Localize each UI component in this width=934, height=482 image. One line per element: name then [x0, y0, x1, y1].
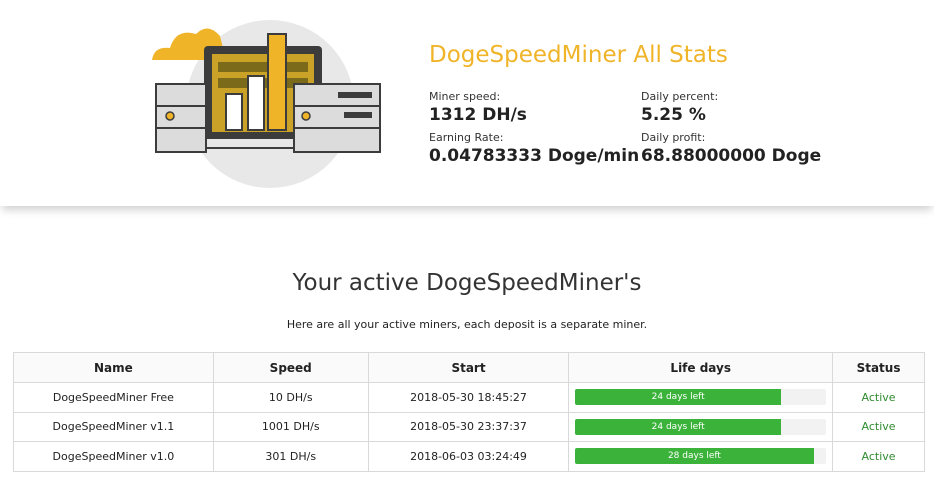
daily-percent-label: Daily percent: [641, 90, 719, 103]
miner-start: 2018-05-30 23:37:37 [367, 411, 570, 442]
miner-start: 2018-05-30 18:45:27 [367, 382, 570, 413]
life-progress-bar: 24 days left [575, 389, 827, 406]
earning-rate-stat: Earning Rate: 0.04783333 Doge/min [429, 131, 639, 167]
daily-profit-stat: Daily profit: 68.88000000 Doge [641, 131, 821, 167]
section-subtitle: Here are all your active miners, each de… [286, 318, 648, 331]
table-header-row: Name Speed Start Life days Status [13, 352, 925, 383]
miner-name: DogeSpeedMiner Free [13, 382, 214, 413]
miner-speed: 301 DH/s [212, 441, 369, 472]
earning-rate-value: 0.04783333 Doge/min [429, 146, 640, 166]
daily-percent-stat: Daily percent: 5.25 % [641, 90, 718, 126]
life-progress-fill: 24 days left [575, 418, 781, 435]
col-header-life-days: Life days [568, 352, 834, 383]
miner-speed-label: Miner speed: [429, 90, 501, 103]
miner-name: DogeSpeedMiner v1.1 [13, 411, 214, 442]
earning-rate-label: Earning Rate: [429, 131, 504, 144]
daily-percent-value: 5.25 % [641, 105, 706, 125]
life-progress-bar: 24 days left [575, 418, 827, 435]
section-title: Your active DogeSpeedMiner's [292, 270, 642, 296]
table-row: DogeSpeedMiner v1.0 301 DH/s 2018-06-03 … [13, 441, 925, 472]
daily-profit-label: Daily profit: [641, 131, 706, 144]
miner-speed-stat: Miner speed: 1312 DH/s [429, 90, 527, 126]
col-header-speed: Speed [212, 352, 369, 383]
mining-servers-illustration [152, 20, 381, 188]
col-header-status: Status [832, 352, 925, 383]
life-progress-fill: 24 days left [575, 389, 781, 406]
miner-life-cell: 28 days left [568, 441, 834, 472]
life-progress-bar: 28 days left [575, 448, 827, 465]
miner-speed: 10 DH/s [212, 382, 369, 413]
stats-title: DogeSpeedMiner All Stats [429, 42, 728, 68]
daily-profit-value: 68.88000000 Doge [641, 146, 822, 166]
miner-name: DogeSpeedMiner v1.0 [13, 441, 214, 472]
miner-start: 2018-06-03 03:24:49 [367, 441, 570, 472]
miner-life-cell: 24 days left [568, 382, 834, 413]
col-header-start: Start [367, 352, 570, 383]
col-header-name: Name [13, 352, 214, 383]
stats-header: DogeSpeedMiner All Stats Miner speed: 13… [0, 0, 934, 206]
table-row: DogeSpeedMiner Free 10 DH/s 2018-05-30 1… [13, 382, 925, 413]
miner-status: Active [832, 441, 925, 472]
miner-status: Active [832, 382, 925, 413]
miners-table: Name Speed Start Life days Status DogeSp… [13, 352, 925, 472]
life-progress-fill: 28 days left [575, 448, 814, 465]
miner-life-cell: 24 days left [568, 411, 834, 442]
miner-status: Active [832, 411, 925, 442]
miner-speed: 1001 DH/s [212, 411, 369, 442]
miner-speed-value: 1312 DH/s [429, 105, 527, 125]
table-row: DogeSpeedMiner v1.1 1001 DH/s 2018-05-30… [13, 411, 925, 442]
